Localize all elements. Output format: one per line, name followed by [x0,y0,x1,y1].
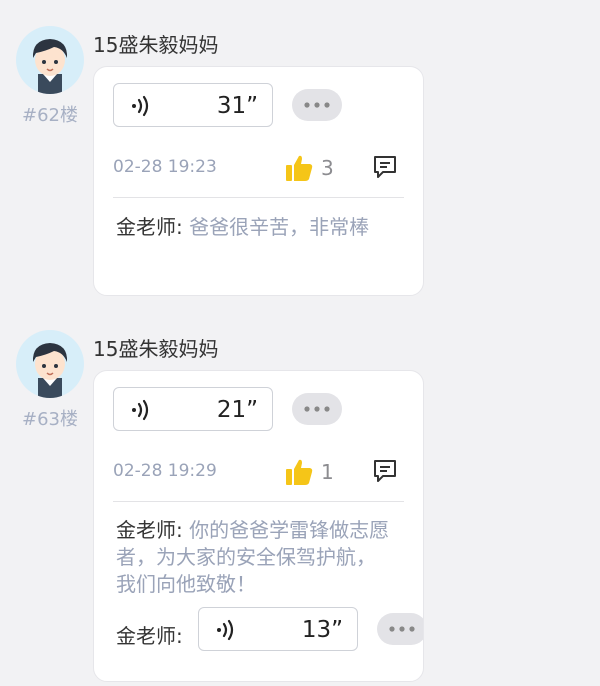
voice-duration: 13” [301,617,343,643]
timestamp: 02-28 19:29 [113,461,217,481]
thumbs-up-icon[interactable] [284,153,314,183]
sound-wave-icon [132,399,149,421]
teacher-reply: 金老师: 爸爸很辛苦，非常棒 [116,214,391,241]
post-card: 21” 02-28 19:29 1 金老师: 你的爸爸学雷锋做志愿者，为大家的安… [93,370,424,682]
sound-wave-icon [132,95,149,117]
voice-duration: 31” [216,93,258,119]
more-dots-icon [304,406,330,412]
username[interactable]: 15盛朱毅妈妈 [93,333,218,362]
timestamp: 02-28 19:23 [113,157,217,177]
thumbs-up-icon[interactable] [284,457,314,487]
reply-author: 金老师: [116,215,183,239]
post-62: #62楼 15盛朱毅妈妈 31” 02-28 19:23 3 金老师: 爸爸很辛… [0,26,600,296]
sound-wave-icon [217,619,234,641]
comment-icon[interactable] [371,153,399,181]
more-button[interactable] [377,613,423,645]
avatar[interactable] [16,26,84,94]
reply-text: 爸爸很辛苦，非常棒 [182,215,370,239]
voice-reply-button[interactable]: 13” [198,607,358,651]
more-button[interactable] [292,393,342,425]
voice-duration: 21” [216,397,258,423]
teacher-reply: 金老师: 你的爸爸学雷锋做志愿者，为大家的安全保驾护航，我们向他致敬！ [116,517,391,598]
like-count: 3 [321,156,334,180]
voice-message-button[interactable]: 21” [113,387,273,431]
floor-number: #63楼 [22,409,78,430]
username[interactable]: 15盛朱毅妈妈 [93,29,218,58]
post-card: 31” 02-28 19:23 3 金老师: 爸爸很辛苦，非常棒 [93,66,424,296]
avatar[interactable] [16,330,84,398]
more-dots-icon [389,626,415,632]
voice-message-button[interactable]: 31” [113,83,273,127]
divider [113,197,404,198]
more-dots-icon [304,102,330,108]
post-63: #63楼 15盛朱毅妈妈 21” 02-28 19:29 1 金老师: 你的爸爸… [0,330,600,686]
divider [113,501,404,502]
comment-icon[interactable] [371,457,399,485]
floor-number: #62楼 [22,105,78,126]
reply-author: 金老师: [116,624,183,648]
more-button[interactable] [292,89,342,121]
like-count: 1 [321,460,334,484]
reply-author: 金老师: [116,518,183,542]
